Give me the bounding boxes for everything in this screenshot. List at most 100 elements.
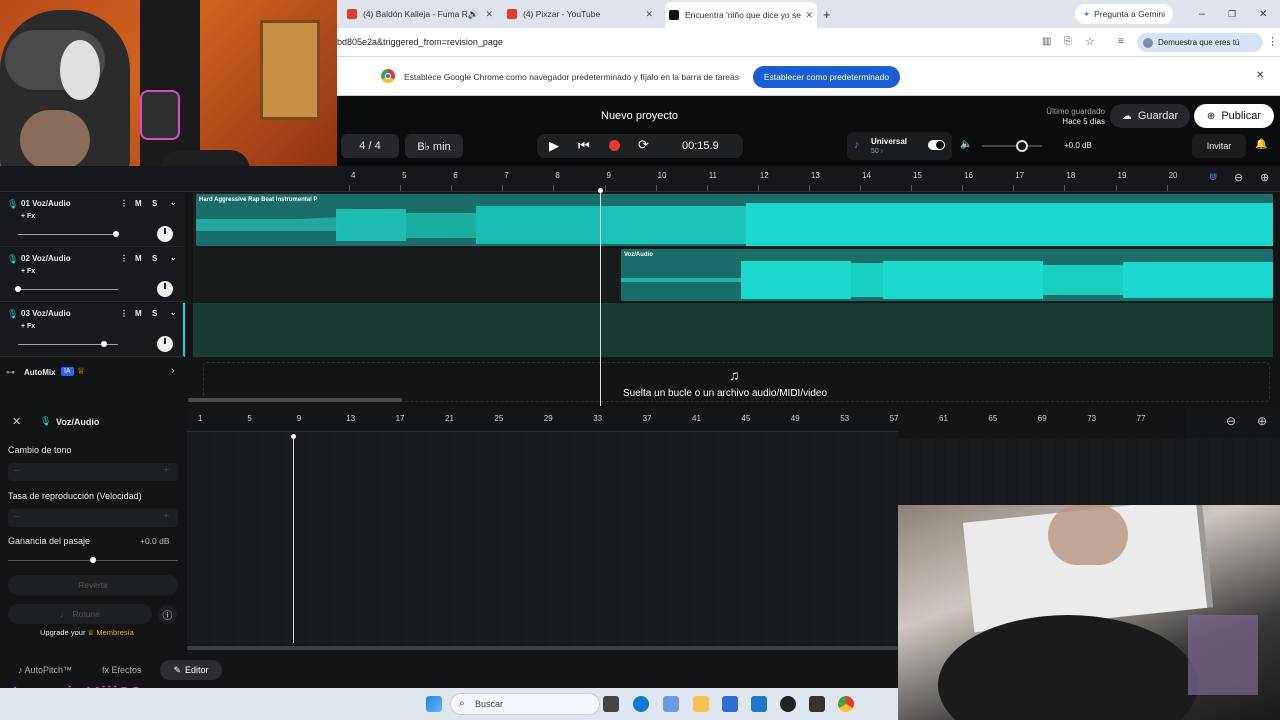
instrument-toggle[interactable] (928, 140, 945, 150)
app-icon[interactable] (780, 696, 796, 712)
solo-button[interactable]: S (152, 309, 157, 318)
info-icon[interactable]: ⓘ (158, 605, 177, 624)
clip-editor-timeline[interactable]: 159131721252933374145495357616569737781 (187, 408, 1195, 656)
track-volume-thumb[interactable] (101, 341, 107, 347)
taskbar-search[interactable]: ⌕ Buscar (450, 693, 600, 715)
browser-tab[interactable]: (4) Baldón Kalleja - Fuma R 🔊 ✕ (347, 4, 497, 24)
magnet-icon[interactable]: ⋓ (1209, 172, 1217, 183)
playhead[interactable] (600, 188, 601, 406)
reading-mode-icon[interactable]: ▥ (1042, 36, 1051, 47)
bell-icon[interactable]: 🔔 (1255, 139, 1267, 150)
chevron-right-icon[interactable]: › (171, 365, 175, 377)
chevron-down-icon[interactable]: ⌄ (170, 253, 177, 262)
minus-icon[interactable]: – (14, 465, 20, 476)
revert-button[interactable]: Revertir (8, 575, 178, 595)
windows-start-icon[interactable] (426, 696, 442, 712)
kebab-menu-icon[interactable]: ⋮ (1267, 35, 1278, 48)
url-text[interactable]: bd805e2a&triggered_from=revision_page (337, 37, 503, 47)
task-view-icon[interactable] (603, 696, 619, 712)
mute-button[interactable]: M (135, 309, 142, 318)
window-close-button[interactable]: ✕ (1259, 4, 1267, 24)
timeline-scrollbar[interactable] (188, 398, 402, 402)
add-fx-button[interactable]: + Fx (21, 323, 35, 330)
add-fx-button[interactable]: + Fx (21, 213, 35, 220)
timeline-ruler[interactable]: 4 5 6 7 8 9 10 11 12 13 14 15 16 17 18 19 20 ⋓ ⊖ ⊕ (0, 166, 1280, 192)
close-icon[interactable]: ✕ (645, 9, 653, 20)
track-volume-slider[interactable] (18, 289, 118, 290)
editor-ruler[interactable]: 159131721252933374145495357616569737781 (187, 408, 1195, 432)
track-name[interactable]: 03 Voz/Audio (21, 309, 71, 318)
upgrade-link[interactable]: Upgrade your ♕ Membresía (40, 628, 134, 637)
store-icon[interactable] (722, 696, 738, 712)
close-icon[interactable]: ✕ (805, 10, 813, 21)
copilot-icon[interactable] (663, 696, 679, 712)
audio-clip[interactable]: Hard Aggressive Rap Beat Instrumental P (196, 194, 1273, 246)
time-signature[interactable]: 4 / 4 (341, 134, 399, 158)
zoom-out-icon[interactable]: ⊖ (1226, 414, 1236, 428)
mute-button[interactable]: M (135, 199, 142, 208)
gemini-button[interactable]: ✦ Pregunta a Gemini (1075, 4, 1173, 24)
maximize-button[interactable]: ❐ (1228, 4, 1236, 24)
track-lane-selected[interactable] (193, 303, 1273, 357)
set-default-button[interactable]: Establecer como predeterminado (753, 66, 900, 88)
track-menu-icon[interactable]: ⋮ (120, 309, 128, 318)
bookmark-star-icon[interactable]: ☆ (1085, 35, 1095, 48)
editor-tab[interactable]: ✎ Editor (160, 660, 222, 680)
solo-button[interactable]: S (152, 199, 157, 208)
editor-playhead-handle[interactable] (291, 434, 296, 439)
install-icon[interactable]: ⎘ (1064, 36, 1072, 47)
rate-stepper[interactable]: – + (8, 509, 178, 527)
track-header-selected[interactable]: 🎙 03 Voz/Audio + Fx ⋮ M S ⌄ (0, 303, 185, 357)
zoom-in-icon[interactable]: ⊕ (1260, 171, 1269, 184)
automix-row[interactable]: ⊶ AutoMix IA ♕ › (0, 358, 185, 386)
close-icon[interactable]: ✕ (12, 415, 21, 428)
track-header[interactable]: 🎙 02 Voz/Audio + Fx ⋮ M S ⌄ (0, 248, 185, 302)
skip-back-icon[interactable]: ⏮ (578, 138, 590, 154)
mute-button[interactable]: M (135, 254, 142, 263)
plus-icon[interactable]: + (163, 510, 169, 522)
volume-slider-thumb[interactable] (1016, 140, 1028, 152)
solo-button[interactable]: S (152, 254, 157, 263)
edge-icon[interactable] (633, 696, 649, 712)
play-icon[interactable]: ▶ (549, 138, 559, 154)
app-icon[interactable] (809, 696, 825, 712)
editor-playhead[interactable] (293, 435, 294, 643)
new-tab-button[interactable]: + (823, 4, 831, 24)
browser-tab[interactable]: (4) Pixzar - YouTube ✕ (507, 4, 657, 24)
minus-icon[interactable]: – (14, 511, 20, 522)
track-menu-icon[interactable]: ⋮ (120, 199, 128, 208)
publish-button[interactable]: ⊕ Publicar (1194, 104, 1274, 128)
effects-tab[interactable]: fx Efectos (102, 665, 142, 675)
zoom-out-icon[interactable]: ⊖ (1234, 171, 1243, 184)
zoom-in-icon[interactable]: ⊕ (1257, 414, 1267, 428)
gain-slider-thumb[interactable] (90, 557, 96, 563)
track-volume-thumb[interactable] (113, 231, 119, 237)
pan-knob[interactable] (157, 281, 173, 297)
track-header[interactable]: 🎙 01 Voz/Audio + Fx ⋮ M S ⌄ (0, 193, 185, 247)
project-title[interactable]: Nuevo proyecto (601, 110, 678, 122)
track-volume-slider[interactable] (18, 234, 118, 235)
file-explorer-icon[interactable] (693, 696, 709, 712)
speaker-icon[interactable]: 🔈 (960, 139, 972, 150)
close-icon[interactable]: ✕ (1256, 70, 1264, 81)
editor-scrollbar[interactable] (187, 646, 898, 650)
key-selector[interactable]: B♭ min (405, 134, 463, 158)
outlook-icon[interactable] (751, 696, 767, 712)
volume-slider[interactable] (982, 145, 1042, 147)
pitch-stepper[interactable]: – + (8, 463, 178, 481)
pan-knob[interactable] (157, 336, 173, 352)
profile-button[interactable]: Demuestra que eres tú (1137, 33, 1263, 52)
chevron-down-icon[interactable]: ⌄ (170, 198, 177, 207)
invite-button[interactable]: Invitar (1192, 134, 1246, 158)
track-name[interactable]: 02 Voz/Audio (21, 254, 71, 263)
track-lane[interactable]: Voz/Audio (193, 248, 1273, 302)
track-name[interactable]: 01 Voz/Audio (21, 199, 71, 208)
playhead-handle[interactable] (598, 188, 603, 193)
retune-button[interactable]: ♩ Rotune (8, 604, 152, 624)
autopitch-tab[interactable]: ♪ AutoPitch™ (18, 665, 72, 675)
audio-clip[interactable]: Voz/Audio (621, 249, 1273, 301)
track-menu-icon[interactable]: ⋮ (120, 254, 128, 263)
pan-knob[interactable] (157, 226, 173, 242)
track-lane[interactable]: Hard Aggressive Rap Beat Instrumental P (193, 193, 1273, 247)
browser-tab-active[interactable]: Encuentra 'niño que dice yo se ✕ (665, 2, 817, 28)
